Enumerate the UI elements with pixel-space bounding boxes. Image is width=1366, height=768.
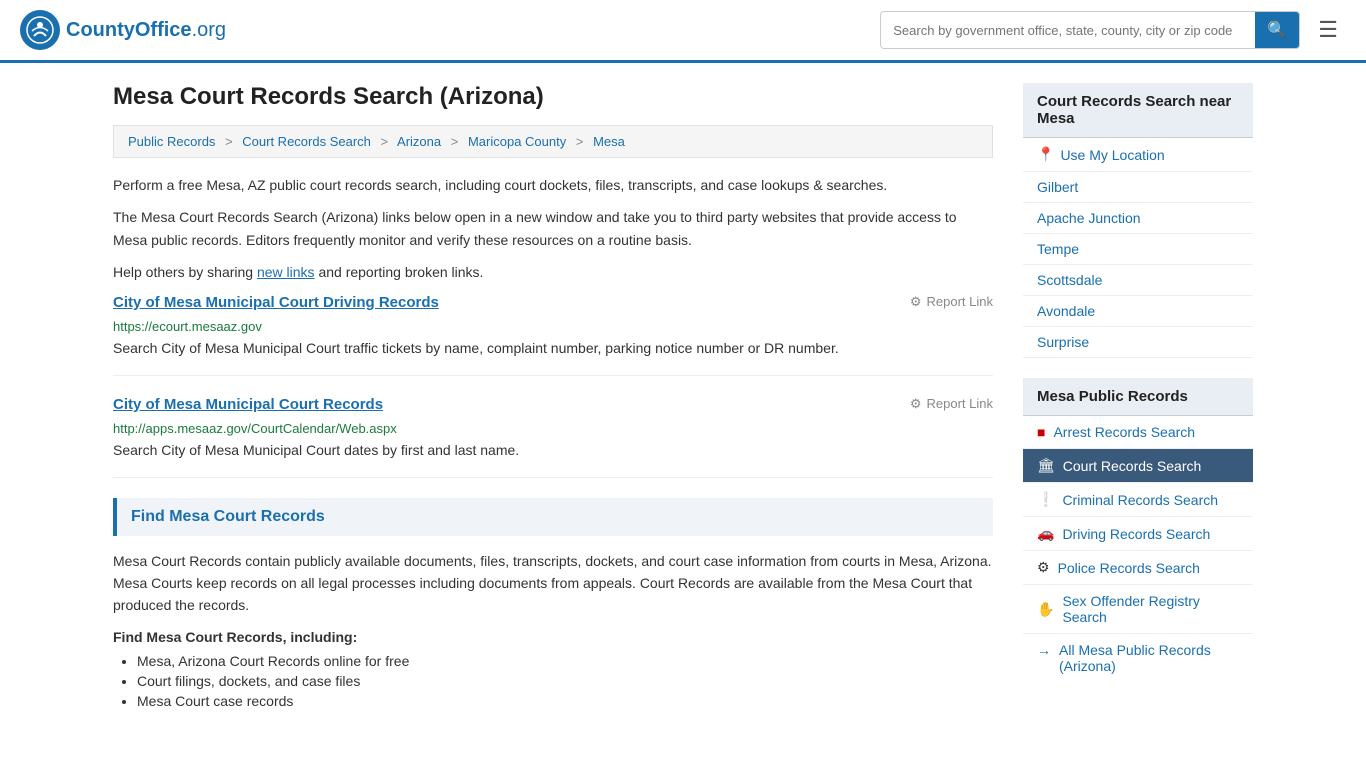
report-icon-1: ⚙ <box>910 294 922 310</box>
location-link-gilbert[interactable]: Gilbert <box>1037 179 1078 195</box>
use-location-item[interactable]: 📍 Use My Location <box>1023 138 1253 172</box>
intro-paragraph-1: Perform a free Mesa, AZ public court rec… <box>113 174 993 196</box>
resource-1-title[interactable]: City of Mesa Municipal Court Driving Rec… <box>113 294 439 311</box>
find-section-bullets: Mesa, Arizona Court Records online for f… <box>113 653 993 709</box>
main-container: Mesa Court Records Search (Arizona) Publ… <box>83 63 1283 733</box>
location-link-apache[interactable]: Apache Junction <box>1037 210 1141 226</box>
sidebar-public-records-title: Mesa Public Records <box>1023 378 1253 416</box>
sex-offender-icon: ✋ <box>1037 601 1054 618</box>
criminal-records-link[interactable]: Criminal Records Search <box>1062 492 1218 508</box>
find-section-heading: Find Mesa Court Records <box>113 498 993 536</box>
breadcrumb-mesa[interactable]: Mesa <box>593 134 625 149</box>
bullet-item-2: Court filings, dockets, and case files <box>137 673 993 689</box>
site-header: CountyOffice.org 🔍 ☰ <box>0 0 1366 63</box>
location-link-avondale[interactable]: Avondale <box>1037 303 1095 319</box>
sidebar-item-sex-offender[interactable]: ✋ Sex Offender Registry Search <box>1023 585 1253 634</box>
search-button[interactable]: 🔍 <box>1255 12 1299 48</box>
sidebar-item-driving-records[interactable]: 🚗 Driving Records Search <box>1023 517 1253 551</box>
intro-paragraph-3: Help others by sharing new links and rep… <box>113 261 993 283</box>
resource-2-header: City of Mesa Municipal Court Records ⚙ R… <box>113 396 993 417</box>
breadcrumb-sep-3: > <box>451 134 459 149</box>
sidebar-location-scottsdale: Scottsdale <box>1023 265 1253 296</box>
pin-icon: 📍 <box>1037 146 1054 163</box>
intro-paragraph-2: The Mesa Court Records Search (Arizona) … <box>113 206 993 251</box>
sidebar-item-criminal-records[interactable]: ❕ Criminal Records Search <box>1023 483 1253 517</box>
resource-2-desc: Search City of Mesa Municipal Court date… <box>113 440 993 461</box>
report-icon-2: ⚙ <box>910 396 922 412</box>
sidebar-location-gilbert: Gilbert <box>1023 172 1253 203</box>
search-bar: 🔍 <box>880 11 1300 49</box>
resource-2-url[interactable]: http://apps.mesaaz.gov/CourtCalendar/Web… <box>113 421 993 436</box>
find-section-sub-heading: Find Mesa Court Records, including: <box>113 629 993 645</box>
bullet-item-1: Mesa, Arizona Court Records online for f… <box>137 653 993 669</box>
arrow-icon: → <box>1037 642 1051 658</box>
police-icon: ⚙ <box>1037 559 1050 576</box>
new-links-link[interactable]: new links <box>257 264 315 280</box>
resource-2-title[interactable]: City of Mesa Municipal Court Records <box>113 396 383 413</box>
logo-area: CountyOffice.org <box>20 10 226 50</box>
criminal-icon: ❕ <box>1037 491 1054 508</box>
sidebar-location-apache: Apache Junction <box>1023 203 1253 234</box>
use-location-link[interactable]: Use My Location <box>1060 147 1164 163</box>
sidebar-nearby-title: Court Records Search near Mesa <box>1023 83 1253 138</box>
arrest-icon: ■ <box>1037 424 1045 440</box>
breadcrumb-maricopa[interactable]: Maricopa County <box>468 134 566 149</box>
court-icon: 🏛 <box>1037 457 1055 474</box>
logo-text: CountyOffice.org <box>66 19 226 42</box>
resource-1-desc: Search City of Mesa Municipal Court traf… <box>113 338 993 359</box>
resource-municipal-records: City of Mesa Municipal Court Records ⚙ R… <box>113 396 993 478</box>
breadcrumb-sep-2: > <box>381 134 389 149</box>
resource-2-report[interactable]: ⚙ Report Link <box>910 396 993 412</box>
resource-1-header: City of Mesa Municipal Court Driving Rec… <box>113 294 993 315</box>
logo-icon <box>20 10 60 50</box>
content-area: Mesa Court Records Search (Arizona) Publ… <box>113 83 993 713</box>
driving-records-link[interactable]: Driving Records Search <box>1062 526 1210 542</box>
arrest-records-link[interactable]: Arrest Records Search <box>1053 424 1195 440</box>
breadcrumb: Public Records > Court Records Search > … <box>113 125 993 158</box>
all-records-link[interactable]: All Mesa Public Records (Arizona) <box>1059 642 1239 674</box>
driving-icon: 🚗 <box>1037 525 1054 542</box>
sidebar-item-arrest-records[interactable]: ■ Arrest Records Search <box>1023 416 1253 449</box>
resource-1-url[interactable]: https://ecourt.mesaaz.gov <box>113 319 993 334</box>
find-section-body: Mesa Court Records contain publicly avai… <box>113 550 993 617</box>
sidebar: Court Records Search near Mesa 📍 Use My … <box>1023 83 1253 713</box>
breadcrumb-sep-1: > <box>225 134 233 149</box>
breadcrumb-court-records[interactable]: Court Records Search <box>242 134 371 149</box>
location-link-scottsdale[interactable]: Scottsdale <box>1037 272 1102 288</box>
sidebar-location-avondale: Avondale <box>1023 296 1253 327</box>
sidebar-public-records-section: Mesa Public Records ■ Arrest Records Sea… <box>1023 378 1253 682</box>
location-link-tempe[interactable]: Tempe <box>1037 241 1079 257</box>
sidebar-all-records[interactable]: → All Mesa Public Records (Arizona) <box>1023 634 1253 682</box>
sidebar-location-surprise: Surprise <box>1023 327 1253 358</box>
bullet-item-3: Mesa Court case records <box>137 693 993 709</box>
intro-suffix: and reporting broken links. <box>315 264 484 280</box>
sex-offender-link[interactable]: Sex Offender Registry Search <box>1062 593 1239 625</box>
search-input[interactable] <box>881 15 1255 46</box>
sidebar-nearby-section: Court Records Search near Mesa 📍 Use My … <box>1023 83 1253 358</box>
header-right: 🔍 ☰ <box>880 11 1346 49</box>
court-records-link[interactable]: Court Records Search <box>1063 458 1202 474</box>
hamburger-menu-icon[interactable]: ☰ <box>1310 13 1346 47</box>
police-records-link[interactable]: Police Records Search <box>1058 560 1200 576</box>
resource-1-report[interactable]: ⚙ Report Link <box>910 294 993 310</box>
intro-prefix: Help others by sharing <box>113 264 257 280</box>
sidebar-item-police-records[interactable]: ⚙ Police Records Search <box>1023 551 1253 585</box>
sidebar-location-tempe: Tempe <box>1023 234 1253 265</box>
breadcrumb-sep-4: > <box>576 134 584 149</box>
page-title: Mesa Court Records Search (Arizona) <box>113 83 993 111</box>
resource-driving-records: City of Mesa Municipal Court Driving Rec… <box>113 294 993 376</box>
breadcrumb-public-records[interactable]: Public Records <box>128 134 215 149</box>
location-link-surprise[interactable]: Surprise <box>1037 334 1089 350</box>
breadcrumb-arizona[interactable]: Arizona <box>397 134 441 149</box>
sidebar-item-court-records[interactable]: 🏛 Court Records Search <box>1023 449 1253 483</box>
